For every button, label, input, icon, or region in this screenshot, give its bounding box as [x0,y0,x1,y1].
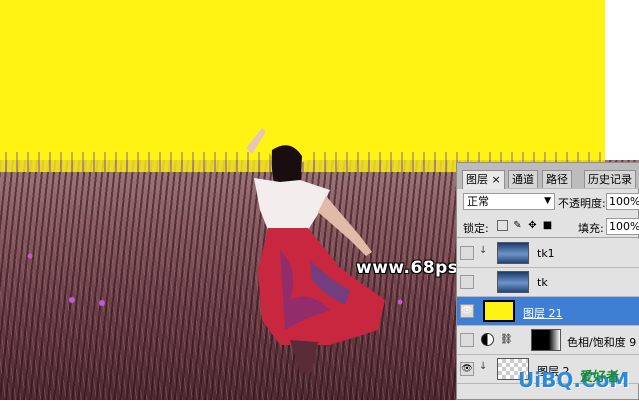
layer-thumbnail [497,242,529,264]
lock-icon[interactable]: ■ [542,220,553,231]
blend-mode-value: 正常 [467,195,489,208]
layer-name: tk [537,276,548,289]
layer-row[interactable]: ⛓ 色相/饱和度 9 [457,326,639,355]
tab-channels-label: 通道 [512,173,534,186]
lock-transparent-icon[interactable] [497,220,508,231]
layer-name: 色相/饱和度 9 [567,336,637,349]
link-icon: ⛓ [500,334,513,345]
tab-paths[interactable]: 路径 [542,170,572,188]
eye-icon[interactable]: 👁 [460,362,474,376]
visibility-toggle[interactable] [460,246,474,260]
layer-row[interactable]: tk [457,268,639,297]
clip-arrow-icon: ↓ [479,361,488,372]
opacity-input[interactable]: 100% [606,193,639,210]
tab-layers[interactable]: 图层 × [462,170,505,189]
brush-icon[interactable]: ✎ [512,220,523,231]
visibility-toggle[interactable] [460,333,474,347]
clip-arrow-icon: ↓ [479,245,488,256]
tab-channels[interactable]: 通道 [508,170,538,188]
layer-thumbnail [497,271,529,293]
layer-row[interactable]: 👁 图层 21 [457,297,639,326]
blend-row: 正常 ▼ 不透明度: 100% [457,191,639,213]
tab-history[interactable]: 历史记录 [584,170,636,188]
lock-row: 锁定: ✎ ✥ ■ 填充: 100% [457,215,639,238]
layer-thumbnail [483,300,515,322]
panel-tabs: 图层 × 通道 路径 历史记录 [457,163,639,189]
close-icon[interactable]: × [492,173,501,186]
opacity-label: 不透明度: [558,197,606,210]
visibility-toggle[interactable] [460,275,474,289]
layer-name: 图层 21 [523,307,563,320]
move-icon[interactable]: ✥ [527,220,538,231]
eye-icon[interactable]: 👁 [460,304,474,318]
tab-paths-label: 路径 [546,173,568,186]
site-slogan: 爱好者 [580,370,620,385]
mask-thumbnail [531,329,561,351]
layer-name: tk1 [537,247,555,260]
fill-input[interactable]: 100% [606,218,639,235]
fill-label: 填充: [578,222,604,235]
tab-history-label: 历史记录 [588,173,632,186]
adjustment-icon [481,333,494,346]
chevron-down-icon: ▼ [544,196,551,206]
lock-label: 锁定: [463,222,489,235]
tab-layers-label: 图层 [466,173,488,186]
layer-row[interactable]: ↓ tk1 [457,239,639,268]
blend-mode-select[interactable]: 正常 ▼ [463,193,555,210]
layers-panel[interactable]: 图层 × 通道 路径 历史记录 正常 ▼ 不透明度: 100% 锁定: ✎ ✥ … [456,162,639,400]
